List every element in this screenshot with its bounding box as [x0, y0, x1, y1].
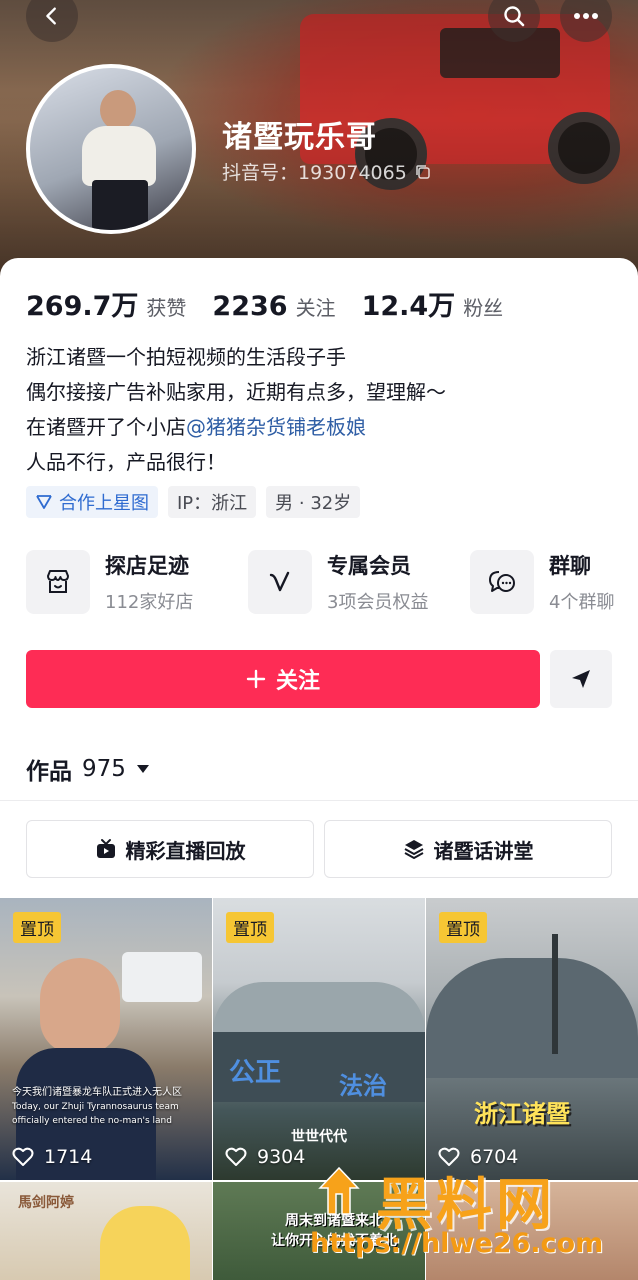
gender-age-tag: 男 · 32岁 [266, 486, 361, 518]
layers-icon [404, 840, 423, 859]
douyin-id: 抖音号：193074065 [222, 158, 431, 185]
pinned-badge: 置顶 [439, 912, 487, 943]
heart-icon [225, 1147, 247, 1166]
profile-card: 269.7万 获赞 2236 关注 12.4万 粉丝 浙江诸暨一个拍短视频的生活… [0, 258, 638, 1280]
video-car [122, 952, 202, 1002]
video-likes: 9304 [225, 1146, 305, 1168]
service-icon-box [248, 550, 312, 614]
video-thumbnail[interactable]: 置顶 今天我们诸暨暴龙车队正式进入无人区 Today, our Zhuji Ty… [0, 898, 212, 1180]
star-map-tag[interactable]: 合作上星图 [26, 486, 158, 518]
service-subtitle: 112家好店 [105, 592, 194, 613]
service-subtitle: 3项会员权益 [327, 592, 429, 613]
works-tab[interactable]: 作品 975 [26, 752, 150, 786]
video-caption-cn: 今天我们诸暨暴龙车队正式进入无人区 [12, 1087, 182, 1098]
heart-icon [12, 1147, 34, 1166]
station-sign: 公正 [229, 1058, 282, 1088]
shop-icon [47, 570, 69, 593]
send-message-button[interactable] [550, 650, 612, 708]
station-sign: 法治 [339, 1072, 387, 1100]
profile-username: 诸暨玩乐哥 [222, 120, 377, 155]
service-title: 探店足迹 [105, 554, 189, 578]
copy-icon[interactable] [415, 164, 431, 180]
bio-text: 在诸暨开了个小店 [26, 415, 186, 439]
chevron-left-icon [46, 7, 56, 25]
pinned-badge: 置顶 [13, 912, 61, 943]
stat-label: 关注 [295, 296, 336, 320]
stat-label: 粉丝 [463, 296, 504, 320]
service-visited-shops[interactable]: 探店足迹 112家好店 [26, 550, 248, 614]
lamp-post [552, 934, 558, 1054]
more-dots-icon [574, 13, 598, 19]
stat-followers[interactable]: 12.4万 粉丝 [362, 284, 504, 323]
profile-tags: 合作上星图 IP：浙江 男 · 32岁 [26, 486, 361, 518]
video-caption-en: Today, our Zhuji Tyrannosaurus team offi… [12, 1102, 179, 1126]
section-divider [0, 800, 638, 801]
works-count: 975 [82, 756, 126, 782]
search-icon [504, 6, 525, 27]
watermark-url: https://hlwe26.com [310, 1228, 604, 1259]
watermark-logo-icon [318, 1166, 360, 1215]
service-icon-box [470, 550, 534, 614]
video-likes: 1714 [12, 1146, 92, 1168]
video-face [40, 958, 120, 1054]
tv-icon [96, 839, 115, 858]
follow-button[interactable]: 关注 [26, 650, 540, 708]
bio-line: 偶尔接接广告补贴家用，近期有点多，望理解～ [26, 380, 446, 404]
ip-tag: IP：浙江 [168, 486, 257, 518]
site-watermark: 黑料网 https://hlwe26.com [310, 1160, 630, 1270]
douyin-id-text: 抖音号：193074065 [222, 162, 407, 184]
collection-label: 诸暨话讲堂 [433, 838, 534, 863]
pinned-badge: 置顶 [226, 912, 274, 943]
bio-line: 浙江诸暨一个拍短视频的生活段子手 [26, 345, 346, 369]
service-membership[interactable]: 专属会员 3项会员权益 [248, 550, 470, 614]
follow-label: 关注 [275, 669, 320, 694]
bio-mention-link[interactable]: @猪猪杂货铺老板娘 [186, 415, 366, 439]
video-thumbnail[interactable]: 馬剑阿婷 [0, 1182, 212, 1280]
mascot-head [100, 1206, 190, 1280]
stat-likes[interactable]: 269.7万 获赞 [26, 284, 186, 323]
station-sign: 世世代代 [291, 1129, 347, 1145]
bio-line: 在诸暨开了个小店@猪猪杂货铺老板娘 [26, 410, 446, 445]
collection-dialect-class[interactable]: 诸暨话讲堂 [324, 820, 612, 878]
video-thumbnail[interactable]: 浙江诸暨 置顶 6704 [426, 898, 638, 1180]
star-map-icon [36, 495, 52, 509]
service-subtitle: 4个群聊 [549, 592, 615, 613]
service-group-chat[interactable]: 群聊 4个群聊 [470, 550, 638, 614]
caret-down-icon [136, 765, 149, 773]
service-entries: 探店足迹 112家好店 专属会员 3项会员权益 群聊 4个群聊 [26, 550, 638, 614]
stat-label: 获赞 [146, 296, 187, 320]
profile-bio: 浙江诸暨一个拍短视频的生活段子手 偶尔接接广告补贴家用，近期有点多，望理解～ 在… [26, 340, 446, 480]
shop-sign: 馬剑阿婷 [18, 1195, 74, 1211]
video-thumbnail[interactable]: 公正 法治 世世代代 置顶 9304 [213, 898, 425, 1180]
likes-count: 9304 [257, 1146, 306, 1168]
bio-line: 人品不行，产品很行！ [26, 450, 226, 474]
video-overlay-text: 浙江诸暨 [474, 1100, 570, 1128]
avatar-figure-head [100, 90, 136, 130]
collection-label: 精彩直播回放 [125, 838, 246, 863]
chat-icon [489, 571, 515, 592]
service-icon-box [26, 550, 90, 614]
avatar[interactable] [26, 64, 196, 234]
service-title: 群聊 [549, 554, 591, 578]
cover-truck-wheel [548, 112, 620, 184]
video-caption: 今天我们诸暨暴龙车队正式进入无人区 Today, our Zhuji Tyran… [12, 1086, 200, 1128]
stat-value: 2236 [212, 291, 288, 322]
works-label: 作品 [26, 759, 72, 785]
collection-live-replay[interactable]: 精彩直播回放 [26, 820, 314, 878]
plus-icon [246, 669, 266, 689]
vip-icon [269, 571, 290, 592]
collections: 精彩直播回放 诸暨话讲堂 [26, 820, 612, 878]
stat-following[interactable]: 2236 关注 [212, 291, 335, 322]
avatar-figure-legs [92, 180, 148, 230]
avatar-figure-body [82, 126, 156, 186]
star-map-label: 合作上星图 [59, 493, 149, 514]
station-roof [213, 982, 425, 1032]
profile-stats: 269.7万 获赞 2236 关注 12.4万 粉丝 [26, 284, 529, 323]
stat-value: 269.7万 [26, 291, 139, 322]
likes-count: 1714 [44, 1146, 93, 1168]
service-title: 专属会员 [327, 554, 411, 578]
send-icon [572, 670, 590, 688]
stat-value: 12.4万 [361, 291, 456, 322]
station-roof [426, 958, 638, 1078]
